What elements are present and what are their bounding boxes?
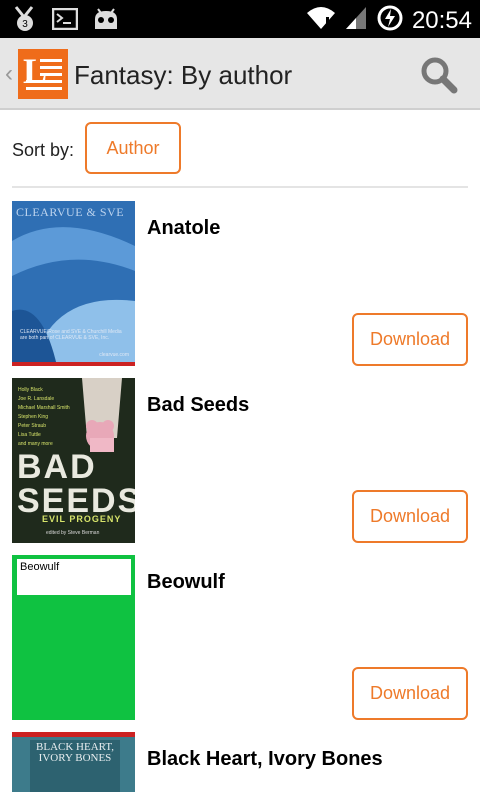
status-bar-system: 20:54 — [306, 4, 472, 37]
cover-authors: Holly Black Joe R. Lansdale Michael Mars… — [18, 387, 70, 447]
book-item[interactable]: Holly Black Joe R. Lansdale Michael Mars… — [12, 378, 468, 543]
book-title: Black Heart, Ivory Bones — [147, 748, 383, 770]
cover-strip — [12, 362, 135, 366]
action-bar: ‹ L Fantasy: By author — [0, 38, 480, 110]
book-item[interactable]: BLACK HEART, IVORY BONES Black Heart, Iv… — [12, 732, 468, 800]
search-button[interactable] — [420, 56, 458, 94]
cover-label: Beowulf — [20, 561, 60, 573]
cover-footer: clearvue.com — [99, 352, 129, 358]
app-logo-letter: L — [23, 51, 48, 91]
book-item[interactable]: Beowulf Beowulf Download — [12, 555, 468, 720]
signal-icon — [344, 5, 368, 36]
app-logo[interactable]: L — [18, 49, 68, 99]
book-title: Anatole — [147, 217, 221, 239]
page-title: Fantasy: By author — [74, 60, 293, 90]
book-title: Bad Seeds — [147, 394, 250, 416]
cover-inner: BLACK HEART, IVORY BONES — [30, 740, 120, 792]
book-item[interactable]: CLEARVUE & SVE CLEARVUE/Rose and SVE & C… — [12, 201, 468, 366]
cover-subtitle: EVIL PROGENY — [42, 514, 122, 524]
clock: 20:54 — [411, 6, 472, 34]
book-cover[interactable]: BLACK HEART, IVORY BONES — [12, 732, 135, 792]
cover-strip — [12, 732, 135, 737]
logo-line-icon — [40, 59, 62, 62]
status-bar: 3 20:54 — [0, 0, 480, 38]
logo-line-icon — [26, 87, 62, 90]
cover-title: BAD SEEDS — [17, 448, 135, 520]
logo-line-icon — [40, 66, 62, 69]
sort-label: Sort by: — [12, 140, 75, 160]
book-cover[interactable]: Holly Black Joe R. Lansdale Michael Mars… — [12, 378, 135, 543]
logo-line-icon — [40, 73, 62, 76]
cover-art — [12, 227, 135, 366]
usb-debug-icon: 3 — [12, 5, 38, 38]
status-bar-notifications: 3 — [12, 5, 120, 38]
divider — [12, 186, 468, 188]
cover-title: BLACK HEART, IVORY BONES — [36, 741, 114, 764]
cover-text: CLEARVUE/Rose and SVE & Churchill Media … — [20, 329, 122, 341]
sort-row: Sort by: Author — [12, 122, 468, 174]
search-icon — [421, 57, 458, 94]
cover-publisher: CLEARVUE & SVE — [16, 205, 125, 219]
notification-count: 3 — [22, 19, 28, 30]
download-button[interactable]: Download — [352, 313, 468, 366]
book-cover[interactable]: CLEARVUE & SVE CLEARVUE/Rose and SVE & C… — [12, 201, 135, 366]
book-cover[interactable]: Beowulf — [12, 555, 135, 720]
terminal-icon — [51, 7, 79, 35]
up-caret-icon[interactable]: ‹ — [5, 60, 13, 88]
cover-label-box: Beowulf — [17, 559, 131, 595]
download-button[interactable]: Download — [352, 667, 468, 720]
sort-author-button[interactable]: Author — [85, 122, 181, 174]
android-icon — [92, 7, 120, 36]
battery-charging-icon — [376, 4, 404, 37]
book-title: Beowulf — [147, 571, 225, 593]
cover-editor: edited by Steve Berman — [46, 530, 100, 536]
wifi-icon — [306, 5, 336, 36]
download-button[interactable]: Download — [352, 490, 468, 543]
logo-line-icon — [26, 80, 62, 83]
